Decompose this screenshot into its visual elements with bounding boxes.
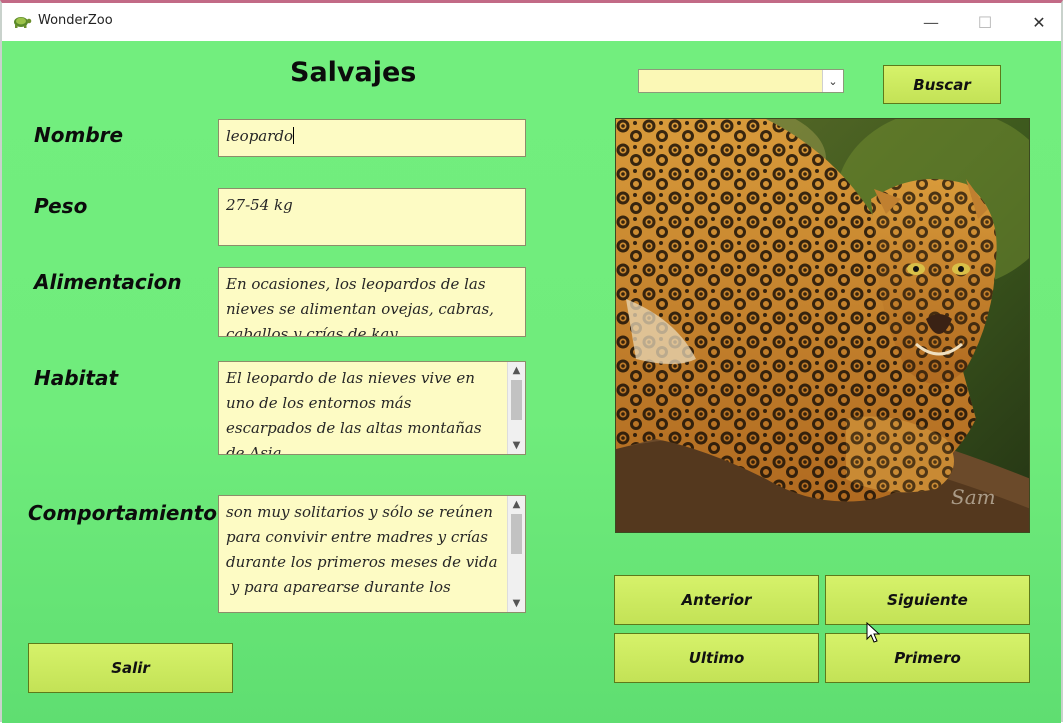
label-nombre: Nombre: [34, 123, 124, 147]
peso-field[interactable]: 27-54 kg: [218, 188, 526, 246]
maximize-button[interactable]: ☐: [962, 7, 1008, 37]
habitat-scrollbar[interactable]: ▲ ▼: [507, 362, 525, 454]
label-peso: Peso: [34, 194, 88, 218]
label-habitat: Habitat: [34, 366, 119, 390]
mouse-pointer-icon: [866, 622, 880, 643]
form-area: Salvajes Nombre leopardo Peso 27-54 kg A…: [2, 41, 1061, 723]
photo-signature: Sam: [951, 485, 996, 509]
jaguar-photo-icon: Sam: [616, 119, 1029, 532]
label-comportamiento: Comportamiento: [28, 501, 218, 525]
habitat-value: El leopardo de las nieves vive en uno de…: [226, 369, 487, 455]
scroll-thumb[interactable]: [511, 380, 522, 420]
comportamiento-value: son muy solitarios y sólo se reúnen para…: [226, 503, 498, 596]
minimize-icon: —: [923, 12, 939, 32]
label-alimentacion: Alimentacion: [34, 270, 182, 294]
form-title: Salvajes: [290, 57, 417, 88]
comportamiento-field[interactable]: son muy solitarios y sólo se reúnen para…: [218, 495, 526, 613]
scroll-down-icon[interactable]: ▼: [508, 595, 525, 612]
primero-button[interactable]: Primero: [825, 633, 1030, 683]
maximize-icon: ☐: [977, 12, 993, 32]
buscar-button[interactable]: Buscar: [883, 65, 1001, 104]
search-combobox[interactable]: ⌄: [638, 69, 844, 93]
minimize-button[interactable]: —: [908, 7, 954, 37]
animal-photo: Sam: [615, 118, 1030, 533]
anterior-button[interactable]: Anterior: [614, 575, 819, 625]
alimentacion-field[interactable]: En ocasiones, los leopardos de las nieve…: [218, 267, 526, 337]
chevron-down-icon[interactable]: ⌄: [822, 70, 843, 92]
alimentacion-value: En ocasiones, los leopardos de las nieve…: [226, 275, 499, 337]
habitat-field[interactable]: El leopardo de las nieves vive en uno de…: [218, 361, 526, 455]
app-window: WonderZoo — ☐ ✕ Salvajes Nombre leopardo…: [0, 0, 1063, 723]
scroll-up-icon[interactable]: ▲: [508, 496, 525, 513]
title-bar[interactable]: WonderZoo — ☐ ✕: [2, 3, 1061, 41]
salir-button[interactable]: Salir: [28, 643, 233, 693]
siguiente-button[interactable]: Siguiente: [825, 575, 1030, 625]
close-icon: ✕: [1032, 12, 1046, 32]
scroll-thumb[interactable]: [511, 514, 522, 554]
turtle-icon: [14, 17, 32, 28]
nombre-field[interactable]: leopardo: [218, 119, 526, 157]
scroll-down-icon[interactable]: ▼: [508, 437, 525, 454]
comportamiento-scrollbar[interactable]: ▲ ▼: [507, 496, 525, 612]
peso-value: 27-54 kg: [226, 196, 293, 214]
close-button[interactable]: ✕: [1016, 7, 1062, 37]
window-title: WonderZoo: [38, 13, 113, 28]
ultimo-button[interactable]: Ultimo: [614, 633, 819, 683]
nombre-value: leopardo: [226, 127, 294, 145]
scroll-up-icon[interactable]: ▲: [508, 362, 525, 379]
text-caret: [293, 127, 295, 144]
